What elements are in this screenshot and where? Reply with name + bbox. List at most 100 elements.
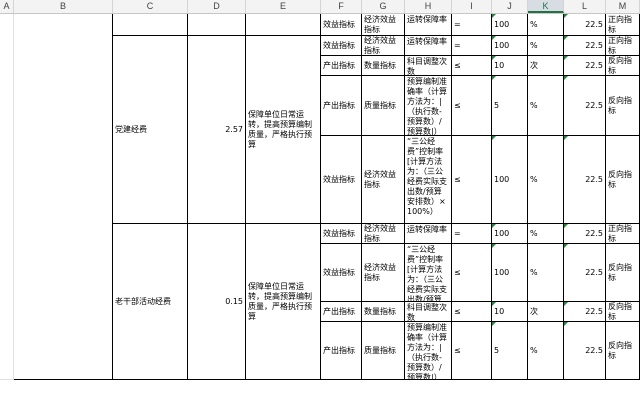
- cell-l[interactable]: 22.5: [564, 244, 606, 302]
- cell-i[interactable]: ≤: [452, 302, 492, 322]
- cell-f[interactable]: 产出指标: [321, 322, 362, 380]
- cell-i[interactable]: ≤: [452, 56, 492, 76]
- cell-m[interactable]: 反向指标: [606, 56, 640, 76]
- cell-l[interactable]: 22.5: [564, 14, 606, 36]
- cell-g[interactable]: 经济效益指标: [362, 224, 405, 244]
- cell-m[interactable]: 正向指标: [606, 224, 640, 244]
- cell-m[interactable]: 反向指标: [606, 244, 640, 302]
- cell-h[interactable]: 运转保障率: [405, 14, 452, 36]
- column-header-l[interactable]: L: [564, 0, 606, 13]
- cell-k[interactable]: %: [528, 14, 564, 36]
- cell-g[interactable]: 数量指标: [362, 302, 405, 322]
- column-header-c[interactable]: C: [113, 0, 188, 13]
- cell-k[interactable]: %: [528, 76, 564, 136]
- cell-j[interactable]: 100: [492, 224, 528, 244]
- cell-l[interactable]: 22.5: [564, 136, 606, 224]
- cell-i[interactable]: =: [452, 14, 492, 36]
- cell-b[interactable]: [14, 14, 113, 380]
- cell-j[interactable]: 10: [492, 56, 528, 76]
- cell-e[interactable]: [246, 14, 321, 36]
- cell-l[interactable]: 22.5: [564, 56, 606, 76]
- cell-g[interactable]: 质量指标: [362, 322, 405, 380]
- cell-g[interactable]: 数量指标: [362, 56, 405, 76]
- cell-g[interactable]: 经济效益指标: [362, 136, 405, 224]
- cell-g[interactable]: 经济效益指标: [362, 14, 405, 36]
- column-header-f[interactable]: F: [321, 0, 362, 13]
- cell-m[interactable]: 反向指标: [606, 322, 640, 380]
- cell-f[interactable]: 效益指标: [321, 36, 362, 56]
- cell-k[interactable]: 次: [528, 56, 564, 76]
- group-amount[interactable]: 2.57: [188, 36, 246, 224]
- cell-f[interactable]: 效益指标: [321, 136, 362, 224]
- cell-k[interactable]: %: [528, 224, 564, 244]
- cell-i[interactable]: =: [452, 36, 492, 56]
- cell-g[interactable]: 质量指标: [362, 76, 405, 136]
- green-triangle-icon: [564, 302, 568, 306]
- cell-h[interactable]: 科目调整次数: [405, 56, 452, 76]
- cell-h[interactable]: 运转保障率: [405, 36, 452, 56]
- column-header-m[interactable]: M: [606, 0, 640, 13]
- cell-f[interactable]: 效益指标: [321, 224, 362, 244]
- cell-f[interactable]: 效益指标: [321, 14, 362, 36]
- cell-f[interactable]: 效益指标: [321, 244, 362, 302]
- column-header-h[interactable]: H: [405, 0, 452, 13]
- cell-j[interactable]: 5: [492, 76, 528, 136]
- group-desc[interactable]: 保障单位日常运转，提高预算编制质量，严格执行预算: [246, 36, 321, 224]
- green-triangle-icon: [564, 136, 568, 140]
- cell-i[interactable]: =: [452, 224, 492, 244]
- cell-c[interactable]: [113, 14, 188, 36]
- cell-i[interactable]: ≤: [452, 136, 492, 224]
- cell-f[interactable]: 产出指标: [321, 302, 362, 322]
- cell-j[interactable]: 100: [492, 36, 528, 56]
- cell-k[interactable]: 次: [528, 302, 564, 322]
- cell-l[interactable]: 22.5: [564, 76, 606, 136]
- cell-m[interactable]: 正向指标: [606, 14, 640, 36]
- cell-i[interactable]: ≤: [452, 322, 492, 380]
- cell-m[interactable]: 正向指标: [606, 36, 640, 56]
- cell-m[interactable]: 反向指标: [606, 302, 640, 322]
- cell-j[interactable]: 100: [492, 14, 528, 36]
- cell-j[interactable]: 100: [492, 244, 528, 302]
- cell-k[interactable]: %: [528, 136, 564, 224]
- column-header-g[interactable]: G: [362, 0, 405, 13]
- cell-m[interactable]: 反向指标: [606, 136, 640, 224]
- cell-l[interactable]: 22.5: [564, 302, 606, 322]
- green-triangle-icon: [492, 244, 496, 248]
- cell-j[interactable]: 5: [492, 322, 528, 380]
- cell-k[interactable]: %: [528, 36, 564, 56]
- cell-l[interactable]: 22.5: [564, 36, 606, 56]
- group-name[interactable]: 党建经费: [113, 36, 188, 224]
- cell-g[interactable]: 经济效益指标: [362, 36, 405, 56]
- column-header-a[interactable]: A: [0, 0, 14, 13]
- group-amount[interactable]: 0.15: [188, 224, 246, 380]
- column-header-d[interactable]: D: [188, 0, 246, 13]
- cell-h[interactable]: 预算编制准确率（计算方法为：|（执行数-预算数）/预算数|）: [405, 76, 452, 136]
- column-header-j[interactable]: J: [492, 0, 528, 13]
- green-triangle-icon: [492, 76, 496, 80]
- cell-j[interactable]: 10: [492, 302, 528, 322]
- cell-h[interactable]: 运转保障率: [405, 224, 452, 244]
- group-name[interactable]: 老干部活动经费: [113, 224, 188, 380]
- cell-f[interactable]: 产出指标: [321, 76, 362, 136]
- column-header-k[interactable]: K: [528, 0, 564, 13]
- group-desc[interactable]: 保障单位日常运转，提高预算编制质量，严格执行预算: [246, 224, 321, 380]
- cell-l[interactable]: 22.5: [564, 322, 606, 380]
- cell-g[interactable]: 经济效益指标: [362, 244, 405, 302]
- cell-h[interactable]: “三公经费”控制率[计算方法为：（三公经费实际支出数/预算安排数）×100%）: [405, 244, 452, 302]
- cell-m[interactable]: 反向指标: [606, 76, 640, 136]
- cell-h[interactable]: 科目调整次数: [405, 302, 452, 322]
- column-header-b[interactable]: B: [14, 0, 113, 13]
- column-header-i[interactable]: I: [452, 0, 492, 13]
- cell-h[interactable]: 预算编制准确率（计算方法为：|（执行数-预算数）/预算数|）: [405, 322, 452, 380]
- cell-i[interactable]: ≤: [452, 244, 492, 302]
- cell-k[interactable]: %: [528, 322, 564, 380]
- cell-a[interactable]: [0, 14, 14, 380]
- cell-i[interactable]: ≤: [452, 76, 492, 136]
- column-header-e[interactable]: E: [246, 0, 321, 13]
- cell-h[interactable]: “三公经费”控制率[计算方法为：（三公经费实际支出数/预算安排数）×100%）: [405, 136, 452, 224]
- cell-d[interactable]: [188, 14, 246, 36]
- cell-k[interactable]: %: [528, 244, 564, 302]
- cell-j[interactable]: 100: [492, 136, 528, 224]
- cell-f[interactable]: 产出指标: [321, 56, 362, 76]
- cell-l[interactable]: 22.5: [564, 224, 606, 244]
